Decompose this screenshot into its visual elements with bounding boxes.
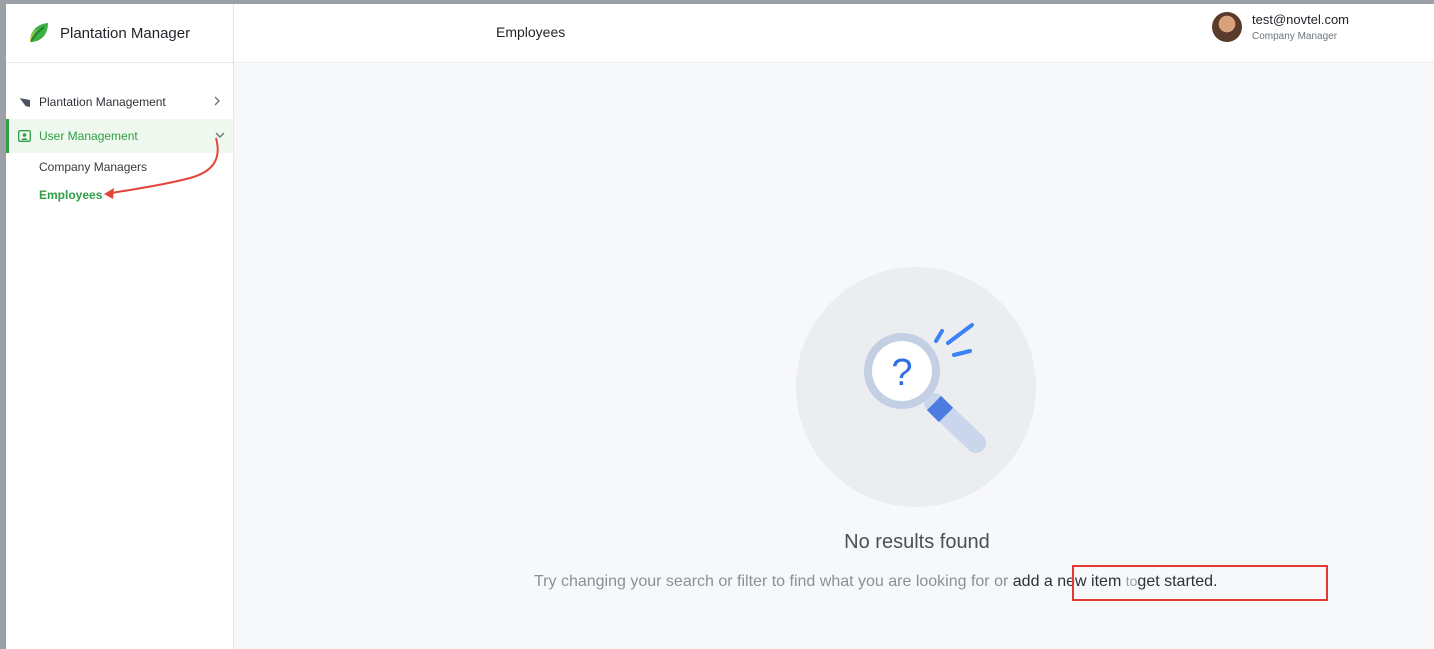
top-header: Employees test@novtel.com Company Manage…: [234, 4, 1434, 63]
svg-text:?: ?: [891, 352, 912, 394]
sidebar-subitem-employees[interactable]: Employees: [6, 181, 233, 209]
sidebar-item-label: User Management: [39, 129, 138, 143]
user-role: Company Manager: [1252, 31, 1338, 42]
annotation-highlight-box: [1072, 565, 1328, 601]
leaf-logo-icon: [29, 23, 48, 43]
chevron-right-icon[interactable]: [212, 94, 222, 108]
sidebar-item-user-management[interactable]: User Management: [6, 119, 233, 153]
chevron-down-icon[interactable]: [215, 128, 225, 142]
main-content: ? No results found Try changing your sea…: [234, 63, 1434, 649]
sidebar-item-label: Plantation Management: [39, 95, 166, 109]
app-window: Plantation Manager Plantation Management…: [0, 0, 1434, 649]
user-card-icon: [17, 129, 31, 143]
user-email: test@novtel.com: [1252, 12, 1350, 27]
brand[interactable]: Plantation Manager: [6, 4, 233, 63]
empty-state-title: No results found: [844, 531, 990, 553]
brand-name: Plantation Manager: [60, 24, 191, 42]
page-title: Employees: [496, 24, 566, 40]
sidebar-nav: Plantation Management User Management Co…: [6, 63, 233, 209]
leaf-icon: [17, 95, 31, 109]
sidebar-subitem-company-managers[interactable]: Company Managers: [6, 153, 233, 181]
sidebar-item-plantation-management[interactable]: Plantation Management: [6, 85, 233, 119]
sidebar: Plantation Manager Plantation Management…: [6, 4, 234, 649]
empty-state-subtitle-prefix: Try changing your search or filter to fi…: [534, 573, 1009, 590]
user-info: test@novtel.com Company Manager: [1252, 12, 1349, 42]
user-menu[interactable]: test@novtel.com Company Manager: [1212, 12, 1349, 42]
avatar[interactable]: [1212, 12, 1242, 42]
magnifier-question-icon: ?: [796, 267, 1036, 507]
